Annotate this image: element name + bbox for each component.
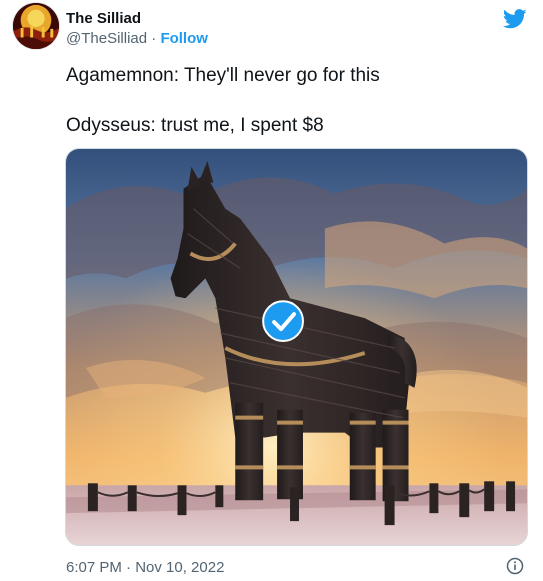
author-handle-line: @TheSilliad · Follow xyxy=(66,30,208,48)
tweet-text-line-1: Agamemnon: They'll never go for this xyxy=(66,65,380,86)
verified-badge-icon xyxy=(262,300,304,343)
author-info: The Silliad @TheSilliad · Follow xyxy=(66,10,208,48)
follow-link[interactable]: Follow xyxy=(160,30,208,47)
tweet-card: The Silliad @TheSilliad · Follow Agamemn… xyxy=(0,0,543,581)
author-avatar[interactable] xyxy=(12,2,60,50)
handle-separator: · xyxy=(147,30,161,47)
author-handle[interactable]: @TheSilliad xyxy=(66,30,147,47)
silliad-avatar-icon xyxy=(13,3,59,49)
tweet-text-line-2: Odysseus: trust me, I spent $8 xyxy=(66,115,324,136)
tweet-media-image[interactable] xyxy=(65,148,528,546)
info-icon[interactable] xyxy=(506,557,524,575)
author-display-name[interactable]: The Silliad xyxy=(66,10,208,28)
tweet-timestamp[interactable]: 6:07 PM · Nov 10, 2022 xyxy=(66,559,224,577)
trojan-horse-verified-image xyxy=(66,149,527,545)
twitter-bird-icon[interactable] xyxy=(503,8,527,30)
